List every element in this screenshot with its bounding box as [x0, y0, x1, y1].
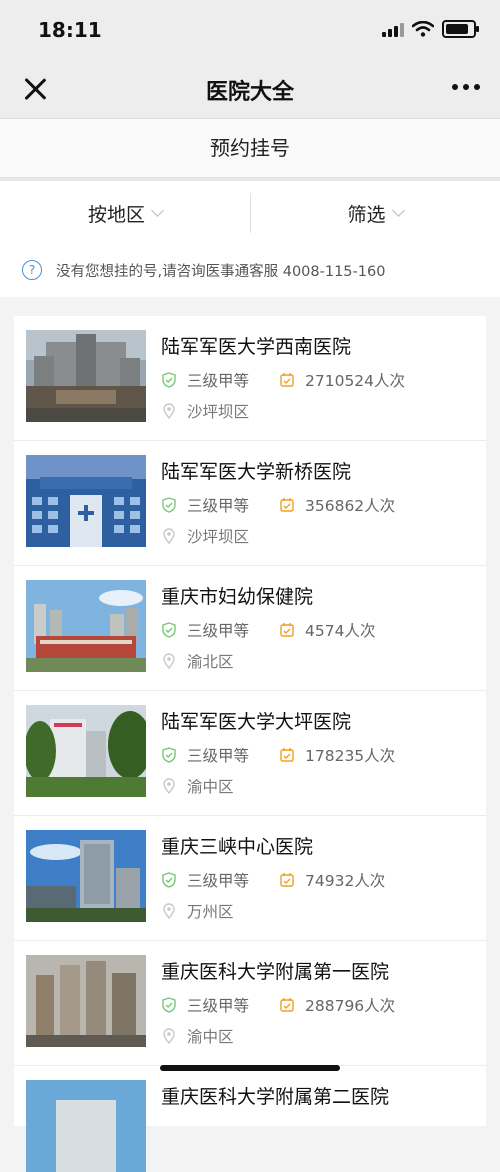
hospital-card[interactable]: 陆军军医大学新桥医院 三级甲等 356862人次 沙坪坝区	[14, 441, 486, 566]
hospital-grade: 三级甲等	[187, 497, 250, 515]
wifi-icon	[412, 21, 434, 37]
hospital-meta: 三级甲等 4574人次	[161, 619, 375, 641]
status-icons	[382, 20, 479, 38]
hospital-name: 重庆医科大学附属第一医院	[161, 961, 390, 983]
hospital-grade: 三级甲等	[187, 997, 250, 1015]
signal-icon	[382, 21, 404, 37]
hospital-name: 重庆三峡中心医院	[161, 836, 314, 858]
notice-bar: ? 没有您想挂的号,请咨询医事通客服 4008-115-160	[0, 243, 500, 297]
location-pin-icon	[163, 1028, 175, 1044]
hospital-card[interactable]: 重庆医科大学附属第一医院 三级甲等 288796人次 渝中区	[14, 941, 486, 1066]
location-pin-icon	[163, 653, 175, 669]
calendar-check-icon	[280, 623, 294, 637]
calendar-check-icon	[280, 498, 294, 512]
shield-icon	[162, 372, 176, 388]
help-icon: ?	[22, 260, 42, 280]
hospital-photo	[26, 830, 146, 922]
hospital-visits: 178235人次	[305, 747, 396, 765]
hospital-photo	[26, 1080, 146, 1172]
hospital-location: 沙坪坝区	[161, 525, 249, 547]
hospital-district: 沙坪坝区	[187, 403, 250, 421]
hospital-location: 渝中区	[161, 1025, 234, 1047]
hospital-card[interactable]: 陆军军医大学西南医院 三级甲等 2710524人次 沙坪坝区	[14, 316, 486, 441]
hospital-name: 重庆医科大学附属第二医院	[161, 1086, 390, 1108]
hospital-card[interactable]: 重庆医科大学附属第二医院	[14, 1066, 486, 1172]
location-pin-icon	[163, 403, 175, 419]
hospital-grade: 三级甲等	[187, 372, 250, 390]
location-pin-icon	[163, 903, 175, 919]
hospital-photo	[26, 455, 146, 547]
chevron-down-icon	[151, 204, 164, 217]
hospital-location: 沙坪坝区	[161, 400, 249, 422]
hospital-grade: 三级甲等	[187, 747, 250, 765]
hospital-meta: 三级甲等 288796人次	[161, 994, 395, 1016]
hospital-name: 陆军军医大学大坪医院	[161, 711, 352, 733]
hospital-list: 陆军军医大学西南医院 三级甲等 2710524人次 沙坪坝区 陆军军医大学新桥医…	[14, 316, 486, 1172]
calendar-check-icon	[280, 873, 294, 887]
hospital-photo	[26, 330, 146, 422]
calendar-check-icon	[280, 373, 294, 387]
hospital-district: 万州区	[187, 903, 234, 921]
hospital-grade: 三级甲等	[187, 622, 250, 640]
hospital-district: 渝中区	[187, 1028, 234, 1046]
hospital-location: 渝北区	[161, 650, 234, 672]
hospital-name: 陆军军医大学新桥医院	[161, 461, 352, 483]
more-icon[interactable]	[452, 84, 480, 90]
hospital-photo	[26, 580, 146, 672]
hospital-visits: 288796人次	[305, 997, 396, 1015]
hospital-meta: 三级甲等 178235人次	[161, 744, 395, 766]
hospital-district: 渝中区	[187, 778, 234, 796]
chevron-down-icon	[391, 204, 405, 217]
location-pin-icon	[163, 528, 175, 544]
shield-icon	[162, 497, 176, 513]
notice-text: 没有您想挂的号,请咨询医事通客服 4008-115-160	[56, 263, 386, 280]
hospital-district: 沙坪坝区	[187, 528, 250, 546]
calendar-check-icon	[280, 998, 294, 1012]
page-title: 医院大全	[205, 80, 294, 105]
calendar-check-icon	[280, 748, 294, 762]
hospital-visits: 2710524人次	[305, 372, 406, 390]
section-title: 预约挂号	[0, 119, 500, 178]
hospital-card[interactable]: 陆军军医大学大坪医院 三级甲等 178235人次 渝中区	[14, 691, 486, 816]
shield-icon	[162, 872, 176, 888]
status-time: 18:11	[38, 18, 102, 42]
shield-icon	[162, 997, 176, 1013]
shield-icon	[162, 747, 176, 763]
hospital-card[interactable]: 重庆三峡中心医院 三级甲等 74932人次 万州区	[14, 816, 486, 941]
hospital-grade: 三级甲等	[187, 872, 250, 890]
hospital-meta: 三级甲等 356862人次	[161, 494, 395, 516]
nav-bar: 医院大全	[0, 60, 500, 119]
hospital-visits: 356862人次	[305, 497, 396, 515]
filter-options-label: 筛选	[347, 203, 386, 226]
hospital-name: 重庆市妇幼保健院	[161, 586, 314, 608]
hospital-photo	[26, 705, 146, 797]
hospital-visits: 74932人次	[305, 872, 386, 890]
hospital-location: 渝中区	[161, 775, 234, 797]
filter-region[interactable]: 按地区	[0, 181, 250, 245]
filter-options[interactable]: 筛选	[250, 181, 500, 245]
hospital-meta: 三级甲等 74932人次	[161, 869, 385, 891]
hospital-name: 陆军军医大学西南医院	[161, 336, 352, 358]
filter-bar: 按地区 筛选	[0, 178, 500, 246]
shield-icon	[162, 622, 176, 638]
hospital-photo	[26, 955, 146, 1047]
hospital-card[interactable]: 重庆市妇幼保健院 三级甲等 4574人次 渝北区	[14, 566, 486, 691]
hospital-meta: 三级甲等 2710524人次	[161, 369, 405, 391]
hospital-district: 渝北区	[187, 653, 234, 671]
location-pin-icon	[163, 778, 175, 794]
status-bar: 18:11	[0, 0, 500, 60]
filter-region-label: 按地区	[87, 203, 145, 226]
home-indicator[interactable]	[160, 1065, 340, 1071]
battery-icon	[442, 20, 479, 38]
hospital-location: 万州区	[161, 900, 234, 922]
hospital-visits: 4574人次	[305, 622, 376, 640]
